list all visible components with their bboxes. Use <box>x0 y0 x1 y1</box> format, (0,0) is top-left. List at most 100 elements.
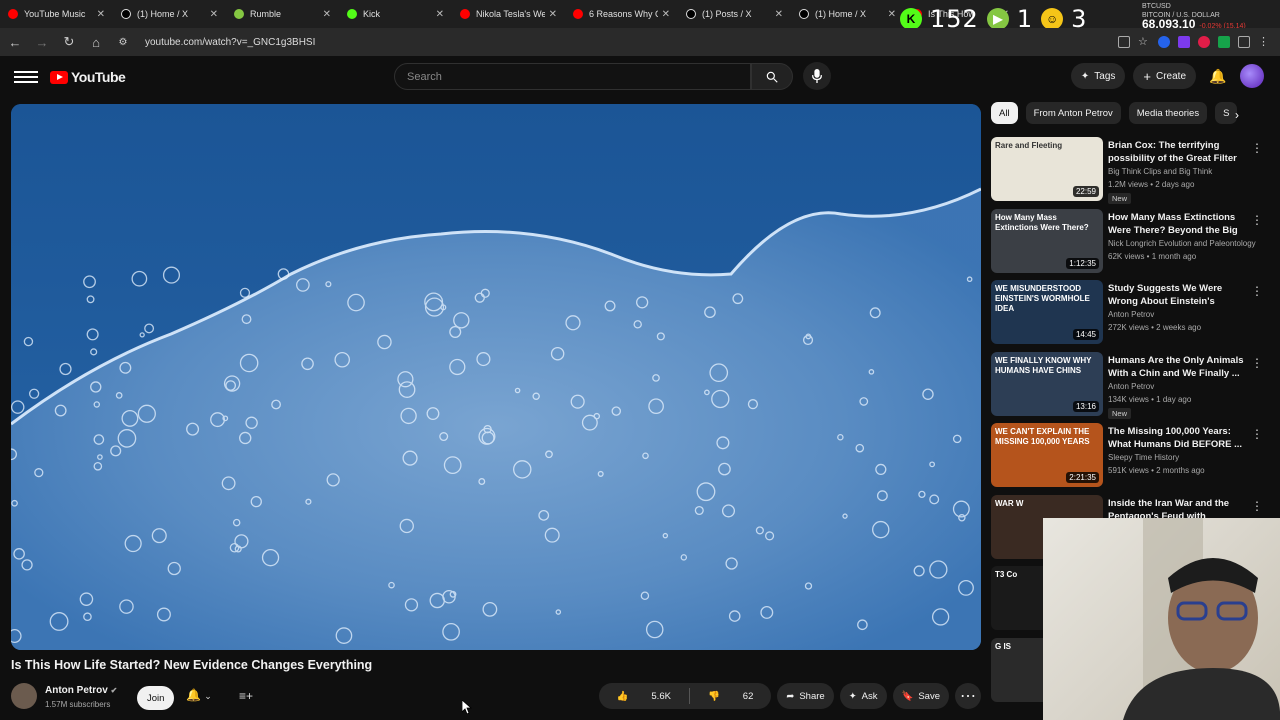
tab-close-icon[interactable]: ✕ <box>662 9 670 20</box>
more-vert-icon[interactable]: ⋮ <box>1251 284 1263 298</box>
notifications-bell-icon[interactable]: 🔔 <box>1204 68 1232 85</box>
bookmark-star-icon[interactable]: ☆ <box>1138 36 1150 48</box>
tab-favicon-icon <box>347 9 357 19</box>
channel-row: Anton Petrov ✔ 1.57M subscribers Join 🔔 … <box>11 683 981 713</box>
recommended-title[interactable]: Study Suggests We Were Wrong About Einst… <box>1108 282 1246 308</box>
extension-icon[interactable] <box>1198 36 1210 48</box>
btc-ticker: BTCUSD BITCOIN / U.S. DOLLAR 68,093.10 -0… <box>1142 2 1272 31</box>
sparkle-icon: ✦ <box>848 690 857 702</box>
share-label: Share <box>799 690 825 702</box>
chevron-right-icon[interactable]: › <box>1235 108 1239 122</box>
thumbnail-text: WAR W <box>995 498 1024 508</box>
tab-close-icon[interactable]: ✕ <box>436 9 444 20</box>
recommended-meta: 1.2M views • 2 days ago <box>1108 180 1195 189</box>
menu-icon[interactable]: ⋮ <box>1258 36 1270 48</box>
recommended-channel: Anton Petrov <box>1108 381 1155 391</box>
recommended-meta: 591K views • 2 months ago <box>1108 466 1205 475</box>
video-thumbnail[interactable]: Rare and Fleeting 22:59 <box>991 137 1103 201</box>
create-button[interactable]: + Create <box>1133 63 1196 89</box>
more-vert-icon[interactable]: ⋮ <box>1251 427 1263 441</box>
recommended-video[interactable]: WE FINALLY KNOW WHY HUMANS HAVE CHINS 13:… <box>991 351 1263 424</box>
filter-chip[interactable]: Media theories <box>1128 102 1208 124</box>
search-input[interactable]: Search <box>394 63 751 90</box>
thumbnail-text: WE CAN'T EXPLAIN THE MISSING 100,000 YEA… <box>995 427 1090 446</box>
hamburger-menu-icon[interactable] <box>14 68 38 86</box>
recommended-video[interactable]: WE CAN'T EXPLAIN THE MISSING 100,000 YEA… <box>991 423 1263 495</box>
install-icon[interactable] <box>1118 36 1130 48</box>
recommended-title[interactable]: Brian Cox: The terrifying possibility of… <box>1108 139 1246 165</box>
more-vert-icon[interactable]: ⋮ <box>1251 499 1263 513</box>
add-to-queue-icon[interactable]: ≡+ <box>239 689 253 703</box>
extension-icon[interactable] <box>1178 36 1190 48</box>
search-placeholder: Search <box>407 70 442 83</box>
save-button[interactable]: 🔖 Save <box>892 683 949 709</box>
tab-close-icon[interactable]: ✕ <box>549 9 557 20</box>
like-button[interactable]: 👍 5.6K <box>599 691 689 702</box>
ask-button[interactable]: ✦ Ask <box>839 683 887 709</box>
dislike-button[interactable]: 👎 62 <box>690 691 771 702</box>
join-button[interactable]: Join <box>137 686 175 710</box>
tab-title: Kick <box>363 9 381 19</box>
browser-tab[interactable]: Rumble ✕ <box>226 0 339 28</box>
url-field[interactable]: youtube.com/watch?v=_GNC1g3BHSI <box>145 37 1118 48</box>
account-avatar[interactable] <box>1240 64 1264 88</box>
browser-tab[interactable]: (1) Home / X ✕ <box>791 0 904 28</box>
recommended-title[interactable]: How Many Mass Extinctions Were There? Be… <box>1108 211 1246 237</box>
thumbnail-text: Rare and Fleeting <box>995 141 1063 150</box>
more-vert-icon[interactable]: ⋮ <box>1251 213 1263 227</box>
back-icon[interactable]: ← <box>3 30 27 54</box>
filter-chip[interactable]: From Anton Petrov <box>1025 102 1121 124</box>
video-player[interactable] <box>11 104 981 650</box>
more-horiz-icon: ⋯ <box>960 688 976 705</box>
video-duration: 13:16 <box>1072 400 1099 412</box>
tags-button[interactable]: ✦ Tags <box>1070 63 1126 89</box>
search-button[interactable] <box>751 63 793 90</box>
tab-close-icon[interactable]: ✕ <box>210 9 218 20</box>
more-vert-icon[interactable]: ⋮ <box>1251 141 1263 155</box>
voice-search-button[interactable] <box>803 62 831 90</box>
browser-tab[interactable]: (1) Home / X ✕ <box>113 0 226 28</box>
channel-name[interactable]: Anton Petrov ✔ <box>45 685 117 696</box>
video-thumbnail[interactable]: How Many Mass Extinctions Were There? 1:1… <box>991 208 1103 273</box>
create-label: Create <box>1155 70 1186 82</box>
recommended-video[interactable]: How Many Mass Extinctions Were There? 1:1… <box>991 208 1263 281</box>
youtube-logo[interactable]: YouTube <box>50 69 126 85</box>
browser-tab[interactable]: Kick ✕ <box>339 0 452 28</box>
browser-tab[interactable]: 6 Reasons Why Cr ✕ <box>565 0 678 28</box>
bookmark-icon: 🔖 <box>901 690 914 702</box>
extension-icon[interactable] <box>1218 36 1230 48</box>
tab-close-icon[interactable]: ✕ <box>97 9 105 20</box>
tab-close-icon[interactable]: ✕ <box>888 9 896 20</box>
video-thumbnail[interactable]: WE MISUNDERSTOOD EINSTEIN'S WORMHOLE IDE… <box>991 280 1103 344</box>
tab-favicon-icon <box>573 9 583 19</box>
recommended-title[interactable]: The Missing 100,000 Years: What Humans D… <box>1108 425 1246 451</box>
filter-chip[interactable]: All <box>991 102 1018 124</box>
browser-tab[interactable]: (1) Posts / X ✕ <box>678 0 791 28</box>
forward-icon[interactable]: → <box>30 30 54 54</box>
rumble-icon: ▶ <box>986 8 1009 30</box>
extension-icon[interactable] <box>1158 36 1170 48</box>
puzzle-icon[interactable] <box>1238 36 1250 48</box>
video-thumbnail[interactable]: WE FINALLY KNOW WHY HUMANS HAVE CHINS 13:… <box>991 351 1103 416</box>
like-count: 5.6K <box>651 690 671 702</box>
more-vert-icon[interactable]: ⋮ <box>1251 356 1263 370</box>
browser-tab[interactable]: YouTube Music ✕ <box>0 0 113 28</box>
channel-avatar[interactable] <box>11 683 37 709</box>
subscribe-notification-button[interactable]: 🔔 ⌄ <box>186 688 212 702</box>
recommended-video[interactable]: Rare and Fleeting 22:59 Brian Cox: The ter… <box>991 137 1263 209</box>
tab-close-icon[interactable]: ✕ <box>323 9 331 20</box>
video-thumbnail[interactable]: WE CAN'T EXPLAIN THE MISSING 100,000 YEA… <box>991 423 1103 487</box>
tags-label: Tags <box>1094 70 1116 82</box>
thumbnail-text: WE FINALLY KNOW WHY HUMANS HAVE CHINS <box>995 355 1092 375</box>
recommended-title[interactable]: Humans Are the Only Animals With a Chin … <box>1108 354 1246 380</box>
plus-icon: + <box>1143 68 1151 84</box>
reload-icon[interactable]: ↻ <box>57 30 81 54</box>
more-actions-button[interactable]: ⋯ <box>955 683 981 709</box>
new-badge: New <box>1108 193 1132 204</box>
tab-close-icon[interactable]: ✕ <box>775 9 783 20</box>
site-info-icon[interactable]: ⚙ <box>111 30 135 54</box>
browser-tab[interactable]: Nikola Tesla's Wei ✕ <box>452 0 565 28</box>
recommended-video[interactable]: WE MISUNDERSTOOD EINSTEIN'S WORMHOLE IDE… <box>991 280 1263 352</box>
home-icon[interactable]: ⌂ <box>84 30 108 54</box>
share-button[interactable]: ➦ Share <box>777 683 834 709</box>
